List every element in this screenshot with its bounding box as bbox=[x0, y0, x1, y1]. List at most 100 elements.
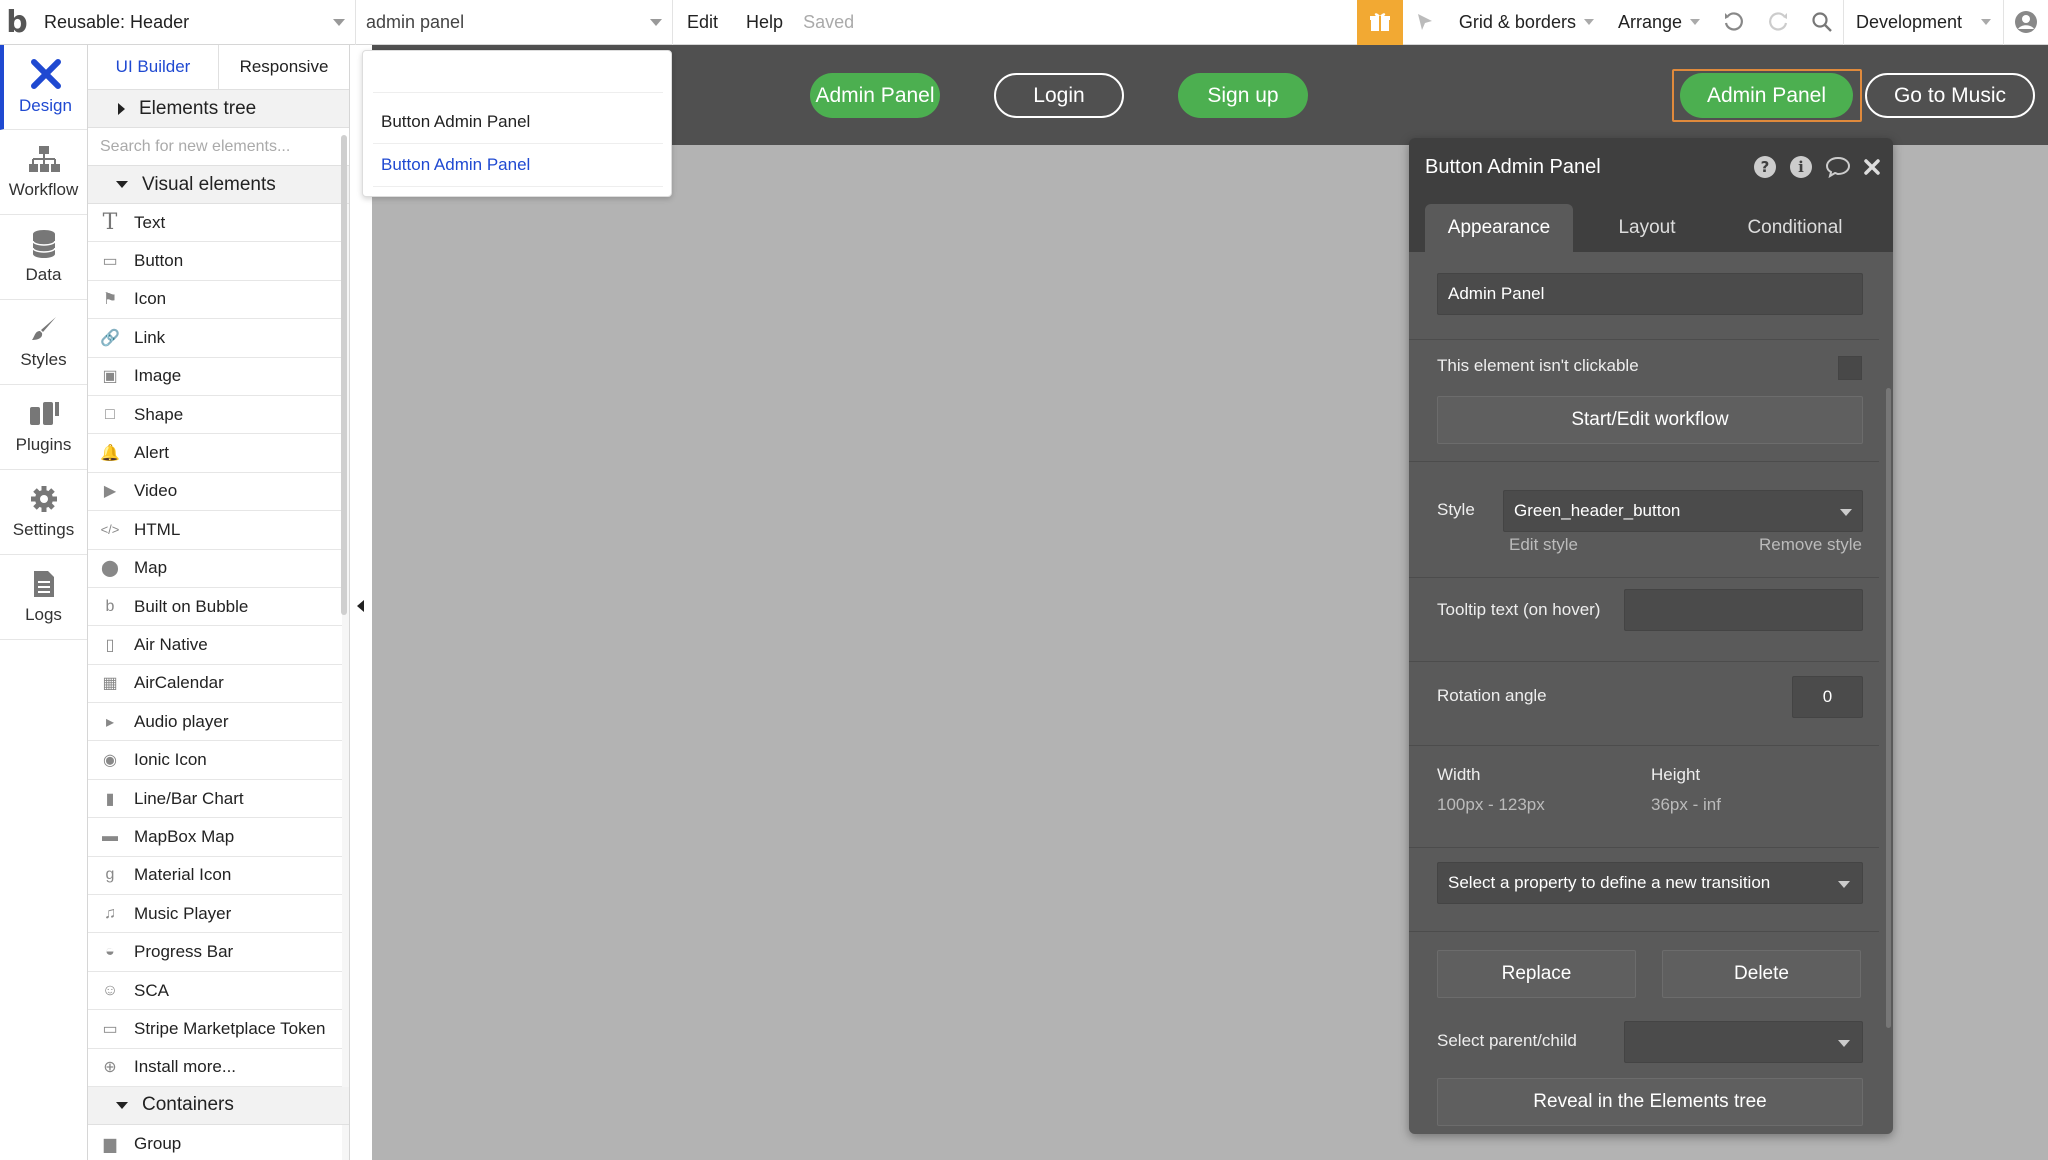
info-icon[interactable]: i bbox=[1789, 155, 1813, 179]
palette-item-image[interactable]: ▣ Image bbox=[88, 357, 342, 396]
style-dropdown[interactable]: Green_header_button bbox=[1503, 490, 1863, 532]
rail-item-styles[interactable]: Styles bbox=[0, 300, 87, 385]
tab-responsive[interactable]: Responsive bbox=[219, 45, 349, 89]
gift-button[interactable] bbox=[1356, 0, 1403, 45]
editor-scrollbar[interactable] bbox=[1886, 388, 1891, 1028]
edit-style-link[interactable]: Edit style bbox=[1509, 535, 1578, 555]
remove-style-link[interactable]: Remove style bbox=[1759, 535, 1862, 555]
palette-item-video[interactable]: ▶ Video bbox=[88, 472, 342, 512]
tab-ui-builder[interactable]: UI Builder bbox=[88, 45, 219, 89]
header-admin-panel-button-selected[interactable]: Admin Panel bbox=[1680, 73, 1853, 118]
palette-item-icon[interactable]: ⚑ Icon bbox=[88, 280, 342, 320]
palette-item-install-more[interactable]: ⊕ Install more... bbox=[88, 1048, 342, 1087]
gauge-icon: ◒ bbox=[105, 943, 115, 961]
play-icon: ▸ bbox=[105, 713, 115, 731]
element-search-field[interactable]: Search for new elements... bbox=[88, 128, 349, 166]
elements-tree-toggle[interactable]: Elements tree bbox=[88, 90, 349, 128]
rail-item-workflow[interactable]: Workflow bbox=[0, 130, 87, 215]
rail-item-plugins[interactable]: Plugins bbox=[0, 385, 87, 470]
palette-item-progress-bar[interactable]: ◒ Progress Bar bbox=[88, 933, 342, 972]
palette-item-label: Video bbox=[134, 481, 178, 501]
bubble-logo-icon: b bbox=[105, 597, 115, 615]
palette-item-mapbox-map[interactable]: ▬ MapBox Map bbox=[88, 818, 342, 857]
replace-button[interactable]: Replace bbox=[1437, 950, 1636, 998]
collapse-palette-icon[interactable] bbox=[357, 600, 364, 612]
rotation-input[interactable]: 0 bbox=[1792, 676, 1863, 718]
palette-item-label: Line/Bar Chart bbox=[134, 788, 244, 808]
palette-item-stripe-marketplace-token[interactable]: ▭ Stripe Marketplace Token bbox=[88, 1010, 342, 1049]
bubble-logo-icon[interactable]: b bbox=[0, 0, 34, 45]
palette-item-shape[interactable]: □ Shape bbox=[88, 395, 342, 435]
palette-item-map[interactable]: ⬤ Map bbox=[88, 549, 342, 588]
page-selector[interactable]: Reusable: Header bbox=[34, 0, 356, 45]
rail-item-settings[interactable]: Settings bbox=[0, 470, 87, 555]
delete-button[interactable]: Delete bbox=[1662, 950, 1861, 998]
visual-elements-toggle[interactable]: Visual elements bbox=[88, 166, 349, 204]
redo-button[interactable] bbox=[1756, 0, 1800, 45]
header-signup-button[interactable]: Sign up bbox=[1178, 73, 1308, 118]
palette-item-music-player[interactable]: ♫ Music Player bbox=[88, 895, 342, 934]
tooltip-input[interactable] bbox=[1624, 589, 1863, 631]
card-icon: ▭ bbox=[102, 1020, 118, 1038]
visual-elements-label: Visual elements bbox=[142, 173, 276, 195]
palette-item-button[interactable]: ▭ Button bbox=[88, 242, 342, 281]
containers-toggle[interactable]: Containers bbox=[88, 1086, 349, 1125]
palette-item-label: Audio player bbox=[134, 711, 229, 731]
undo-button[interactable] bbox=[1712, 0, 1756, 45]
palette-item-material-icon[interactable]: g Material Icon bbox=[88, 856, 342, 896]
grid-borders-menu[interactable]: Grid & borders bbox=[1447, 0, 1606, 45]
palette-item-label: HTML bbox=[134, 519, 181, 539]
plus-circle-icon: ⊕ bbox=[103, 1059, 117, 1077]
pointer-button[interactable] bbox=[1403, 0, 1447, 45]
menu-help[interactable]: Help bbox=[732, 12, 797, 33]
rail-label: Data bbox=[25, 265, 62, 284]
palette-item-ionic-icon[interactable]: ◉ Ionic Icon bbox=[88, 741, 342, 780]
palette-item-audio-player[interactable]: ▸ Audio player bbox=[88, 703, 342, 742]
comment-icon[interactable] bbox=[1825, 155, 1851, 179]
arrange-menu[interactable]: Arrange bbox=[1606, 0, 1712, 45]
rail-item-design[interactable]: Design bbox=[0, 45, 87, 130]
search-result-item-highlighted[interactable]: Button Admin Panel bbox=[373, 144, 663, 187]
button-icon: ▭ bbox=[102, 253, 118, 271]
editor-header[interactable]: Button Admin Panel ? i bbox=[1409, 138, 1893, 196]
rotation-label: Rotation angle bbox=[1437, 686, 1547, 705]
parent-child-label: Select parent/child bbox=[1437, 1031, 1577, 1050]
palette-item-link[interactable]: 🔗 Link bbox=[88, 319, 342, 358]
palette-item-sca[interactable]: ☺ SCA bbox=[88, 971, 342, 1011]
rail-item-logs[interactable]: Logs bbox=[0, 555, 87, 640]
element-search-input[interactable]: admin panel bbox=[356, 0, 673, 45]
parent-child-dropdown[interactable] bbox=[1624, 1021, 1863, 1063]
transition-dropdown[interactable]: Select a property to define a new transi… bbox=[1437, 862, 1863, 904]
rail-item-data[interactable]: Data bbox=[0, 215, 87, 300]
chevron-down-icon bbox=[1838, 1040, 1850, 1047]
header-login-button[interactable]: Login bbox=[994, 73, 1124, 118]
palette-item-line-bar-chart[interactable]: ▮ Line/Bar Chart bbox=[88, 779, 342, 819]
palette-item-text[interactable]: T Text bbox=[88, 204, 342, 243]
palette-scrollbar[interactable] bbox=[341, 135, 347, 615]
tab-conditional[interactable]: Conditional bbox=[1721, 204, 1869, 252]
version-selector[interactable]: Development bbox=[1844, 0, 2004, 45]
search-button[interactable] bbox=[1800, 0, 1844, 45]
palette-item-built-on-bubble[interactable]: b Built on Bubble bbox=[88, 587, 342, 627]
palette-item-aircalendar[interactable]: ▦ AirCalendar bbox=[88, 664, 342, 704]
close-icon[interactable] bbox=[1863, 158, 1881, 176]
palette-item-air-native[interactable]: ▯ Air Native bbox=[88, 626, 342, 665]
button-text-input[interactable]: Admin Panel bbox=[1437, 273, 1863, 315]
palette-item-html[interactable]: </> HTML bbox=[88, 511, 342, 550]
shape-icon: □ bbox=[105, 405, 115, 423]
reveal-elements-tree-button[interactable]: Reveal in the Elements tree bbox=[1437, 1078, 1863, 1126]
redo-icon bbox=[1769, 12, 1788, 31]
start-edit-workflow-button[interactable]: Start/Edit workflow bbox=[1437, 396, 1863, 444]
header-go-to-music-button[interactable]: Go to Music bbox=[1865, 73, 2035, 118]
menu-edit[interactable]: Edit bbox=[673, 12, 732, 33]
search-result-item[interactable]: Button Admin Panel bbox=[373, 101, 663, 144]
visual-elements-list: T Text ▭ Button ⚑ Icon 🔗 Link ▣ Image □ Shape 🔔 Alert… bbox=[88, 204, 349, 1087]
palette-item-alert[interactable]: 🔔 Alert bbox=[88, 434, 342, 473]
not-clickable-checkbox[interactable] bbox=[1838, 356, 1862, 380]
palette-item-group[interactable]: ▆ Group bbox=[88, 1124, 342, 1160]
help-icon[interactable]: ? bbox=[1753, 155, 1777, 179]
header-admin-panel-button[interactable]: Admin Panel bbox=[810, 73, 940, 118]
tab-appearance[interactable]: Appearance bbox=[1425, 204, 1573, 252]
tab-layout[interactable]: Layout bbox=[1573, 204, 1721, 252]
account-button[interactable] bbox=[2004, 0, 2048, 45]
